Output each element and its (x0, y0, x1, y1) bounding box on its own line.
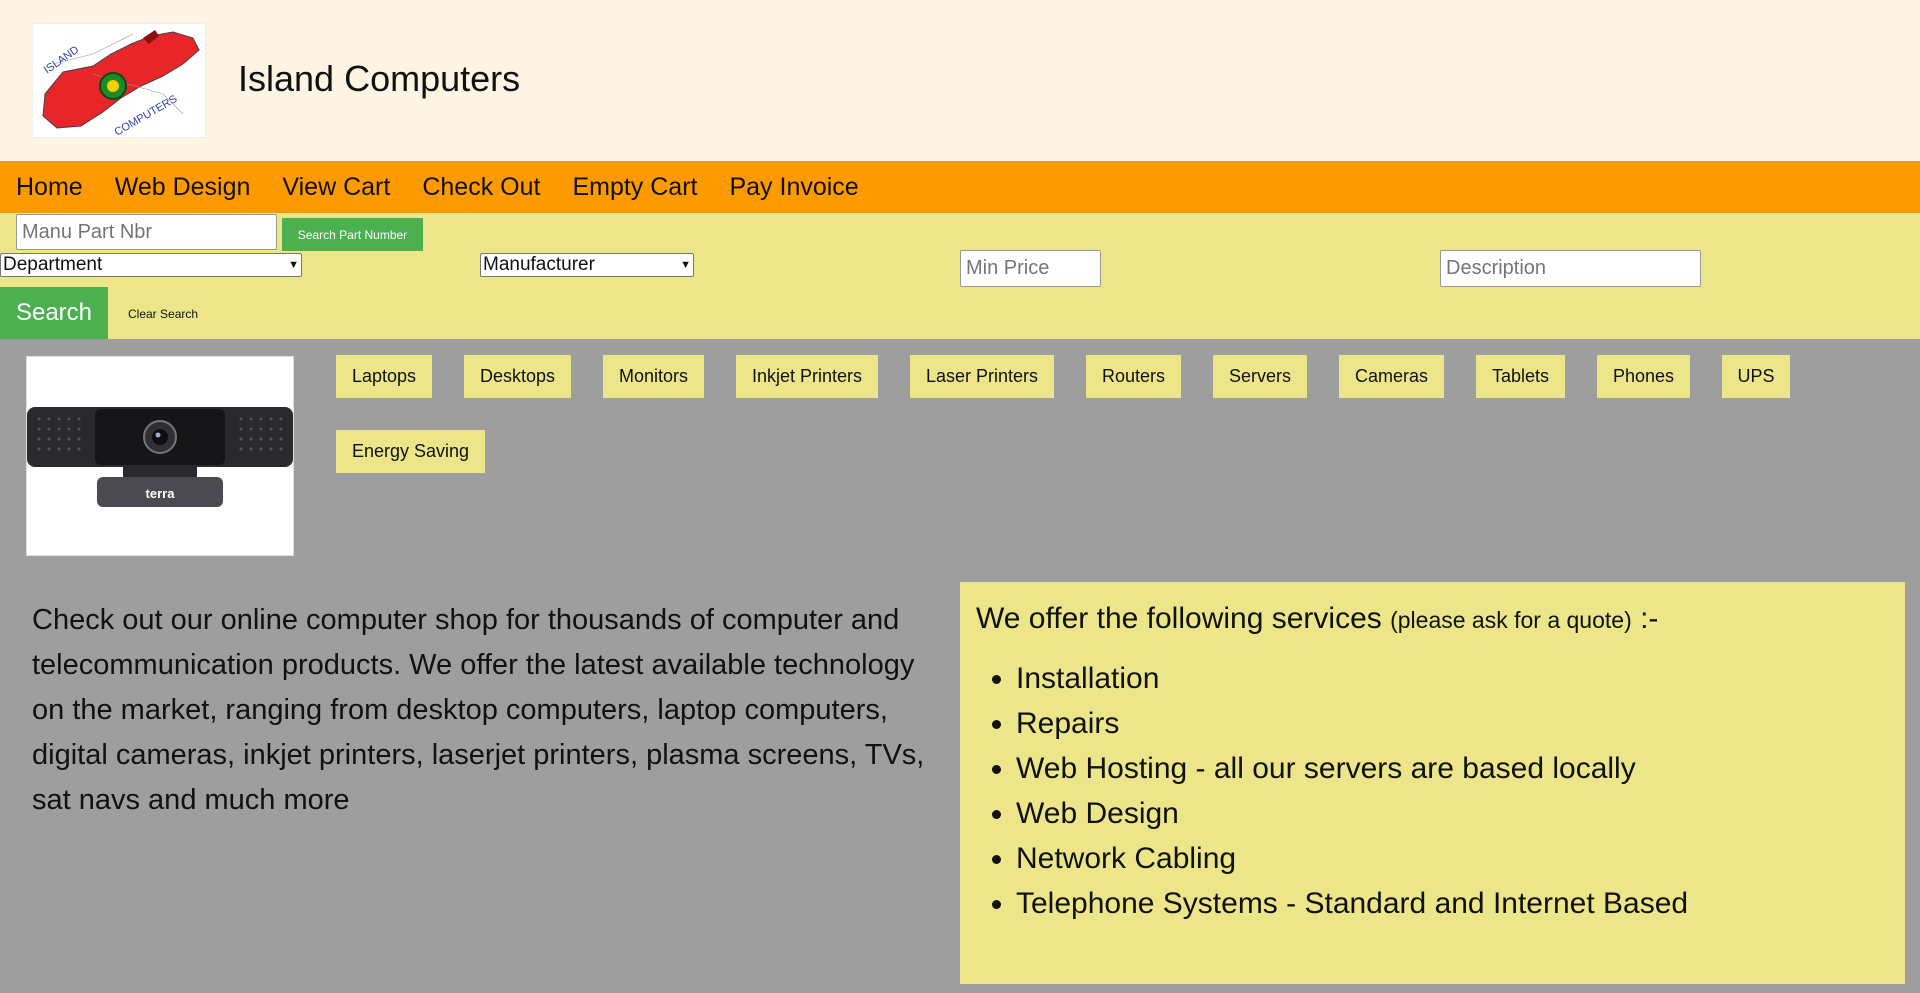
webcam-image-icon: terra (27, 407, 293, 507)
services-list: Installation Repairs Web Hosting - all o… (976, 656, 1889, 926)
chevron-down-icon: ▼ (288, 259, 299, 271)
chevron-down-icon: ▼ (680, 259, 691, 271)
service-item: Web Design (1016, 791, 1889, 836)
part-number-input[interactable] (16, 214, 277, 250)
nav-web-design[interactable]: Web Design (99, 173, 267, 202)
services-title-main: We offer the following services (976, 602, 1382, 635)
service-item: Network Cabling (1016, 836, 1889, 881)
category-inkjet-printers[interactable]: Inkjet Printers (736, 355, 878, 398)
services-panel: We offer the following services (please … (960, 582, 1905, 984)
service-item: Installation (1016, 656, 1889, 701)
category-laser-printers[interactable]: Laser Printers (910, 355, 1054, 398)
description-input[interactable] (1440, 250, 1701, 287)
category-phones[interactable]: Phones (1597, 355, 1690, 398)
min-price-input[interactable] (960, 250, 1101, 287)
services-title: We offer the following services (please … (976, 602, 1889, 636)
jersey-map-logo-icon: ISLAND COMPUTERS (42, 30, 200, 138)
featured-product-image[interactable]: terra (26, 356, 294, 556)
category-servers[interactable]: Servers (1213, 355, 1307, 398)
site-title: Island Computers (238, 58, 521, 99)
search-button[interactable]: Search (0, 287, 108, 339)
manufacturer-select-value: Manufacturer (483, 254, 595, 275)
department-select-value: Department (3, 254, 103, 275)
category-ups[interactable]: UPS (1722, 355, 1790, 398)
service-item: Repairs (1016, 701, 1889, 746)
nav-empty-cart[interactable]: Empty Cart (556, 173, 713, 202)
category-laptops[interactable]: Laptops (336, 355, 432, 398)
site-header: ISLAND COMPUTERS Island Computers (0, 0, 1920, 161)
category-energy-saving[interactable]: Energy Saving (336, 430, 485, 473)
main-nav: Home Web Design View Cart Check Out Empt… (0, 161, 1920, 213)
department-select[interactable]: Department ▼ (0, 253, 302, 277)
nav-view-cart[interactable]: View Cart (266, 173, 406, 202)
svg-text:COMPUTERS: COMPUTERS (113, 93, 180, 138)
services-title-suffix: :- (1640, 602, 1659, 635)
service-item: Web Hosting - all our servers are based … (1016, 746, 1889, 791)
clear-search-link[interactable]: Clear Search (128, 307, 198, 321)
nav-home[interactable]: Home (0, 173, 99, 202)
category-routers[interactable]: Routers (1086, 355, 1181, 398)
category-desktops[interactable]: Desktops (464, 355, 571, 398)
nav-pay-invoice[interactable]: Pay Invoice (713, 173, 874, 202)
search-panel: Search Part Number Department ▼ Manufact… (0, 213, 1920, 339)
intro-text: Check out our online computer shop for t… (32, 604, 925, 816)
search-part-number-button[interactable]: Search Part Number (282, 218, 423, 251)
manufacturer-select[interactable]: Manufacturer ▼ (480, 253, 694, 277)
category-cameras[interactable]: Cameras (1339, 355, 1444, 398)
services-title-note: (please ask for a quote) (1390, 607, 1632, 633)
nav-check-out[interactable]: Check Out (406, 173, 556, 202)
svg-text:terra: terra (146, 486, 176, 501)
category-tablets[interactable]: Tablets (1476, 355, 1565, 398)
category-monitors[interactable]: Monitors (603, 355, 704, 398)
service-item: Telephone Systems - Standard and Interne… (1016, 881, 1889, 926)
site-logo[interactable]: ISLAND COMPUTERS (32, 23, 206, 138)
